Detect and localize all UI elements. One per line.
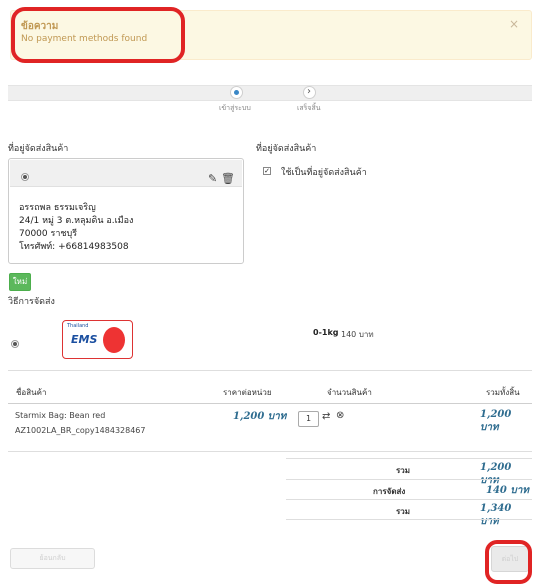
address-radio[interactable] bbox=[21, 173, 29, 181]
step-current-indicator bbox=[230, 86, 243, 99]
cart-item-sku: AZ1002LA_BR_copy1484328467 bbox=[15, 426, 146, 435]
ems-logo: Thailand EMS bbox=[62, 320, 133, 359]
refresh-icon[interactable]: ⇄ bbox=[322, 411, 330, 422]
remove-icon[interactable]: ⊗ bbox=[336, 410, 344, 421]
summary-divider-3 bbox=[286, 499, 532, 500]
quantity-input[interactable]: 1 bbox=[298, 411, 319, 427]
address-name: อรรถพล ธรรมเจริญ bbox=[19, 203, 96, 213]
alert-title: ข้อความ bbox=[21, 21, 59, 32]
shipping-price: 140 บาท bbox=[341, 330, 374, 339]
column-header-quantity: จำนวนสินค้า bbox=[327, 388, 372, 397]
step-label-finish: เสร็จสิ้น bbox=[297, 104, 321, 112]
ems-logo-text: EMS bbox=[71, 333, 98, 346]
new-address-button[interactable]: ใหม่ bbox=[9, 273, 31, 291]
cart-item-unit-price: 1,200 บาท bbox=[233, 411, 287, 422]
table-divider-row bbox=[8, 451, 532, 452]
checkout-steps-bar bbox=[8, 85, 532, 101]
address-line-2: 70000 ราชบุรี bbox=[19, 229, 78, 239]
ems-logo-small-text: Thailand bbox=[67, 323, 89, 329]
shipping-method-title: วิธีการจัดส่ง bbox=[8, 297, 55, 307]
summary-divider-1 bbox=[286, 458, 532, 459]
column-header-unit-price: ราคาต่อหน่วย bbox=[223, 388, 272, 397]
summary-total-label: รวม bbox=[396, 507, 411, 516]
close-icon[interactable]: × bbox=[509, 17, 519, 31]
chevron-right-icon: › bbox=[307, 86, 311, 97]
same-address-label: ใช้เป็นที่อยู่จัดส่งสินค้า bbox=[281, 168, 367, 178]
summary-divider-4 bbox=[286, 519, 532, 520]
pencil-icon[interactable]: ✎ bbox=[208, 172, 217, 185]
trash-icon[interactable]: 🗑 bbox=[221, 172, 235, 185]
column-header-name: ชื่อสินค้า bbox=[16, 388, 47, 397]
summary-shipping-label: การจัดส่ง bbox=[373, 487, 406, 496]
shipping-method-radio[interactable] bbox=[11, 340, 19, 348]
cart-item-total: 1,200 บาท bbox=[480, 409, 512, 433]
column-header-total: รวมทั้งสิ้น bbox=[486, 388, 520, 397]
next-button[interactable]: ต่อไป bbox=[491, 546, 529, 572]
address-phone: โทรศัพท์: +66814983508 bbox=[19, 242, 129, 252]
shipping-address-title: ที่อยู่จัดส่งสินค้า bbox=[8, 144, 69, 154]
shipping-weight: 0-1kg bbox=[313, 328, 339, 337]
step-label-login: เข้าสู่ระบบ bbox=[219, 104, 251, 112]
summary-shipping-value: 140 บาท bbox=[486, 485, 529, 496]
address-line-1: 24/1 หมู่ 3 ต.หลุมดิน อ.เมือง bbox=[19, 216, 134, 226]
alert-box: ข้อความ No payment methods found × bbox=[10, 10, 532, 60]
step-next-indicator[interactable]: › bbox=[303, 86, 316, 99]
table-divider-header bbox=[8, 403, 532, 404]
same-address-checkbox[interactable]: ✓ bbox=[263, 167, 271, 175]
billing-address-title: ที่อยู่จัดส่งสินค้า bbox=[256, 144, 317, 154]
table-divider-top bbox=[8, 370, 532, 371]
alert-message: No payment methods found bbox=[21, 34, 148, 44]
cart-item-name: Starmix Bag: Bean red bbox=[15, 411, 106, 420]
ems-mascot-icon bbox=[103, 327, 125, 353]
summary-subtotal-label: รวม bbox=[396, 466, 411, 475]
summary-total-value: 1,340 บาท bbox=[480, 503, 512, 527]
address-card: ✎ 🗑 อรรถพล ธรรมเจริญ 24/1 หมู่ 3 ต.หลุมด… bbox=[8, 158, 244, 264]
back-button[interactable]: ย้อนกลับ bbox=[10, 548, 95, 569]
summary-divider-2 bbox=[286, 479, 532, 480]
